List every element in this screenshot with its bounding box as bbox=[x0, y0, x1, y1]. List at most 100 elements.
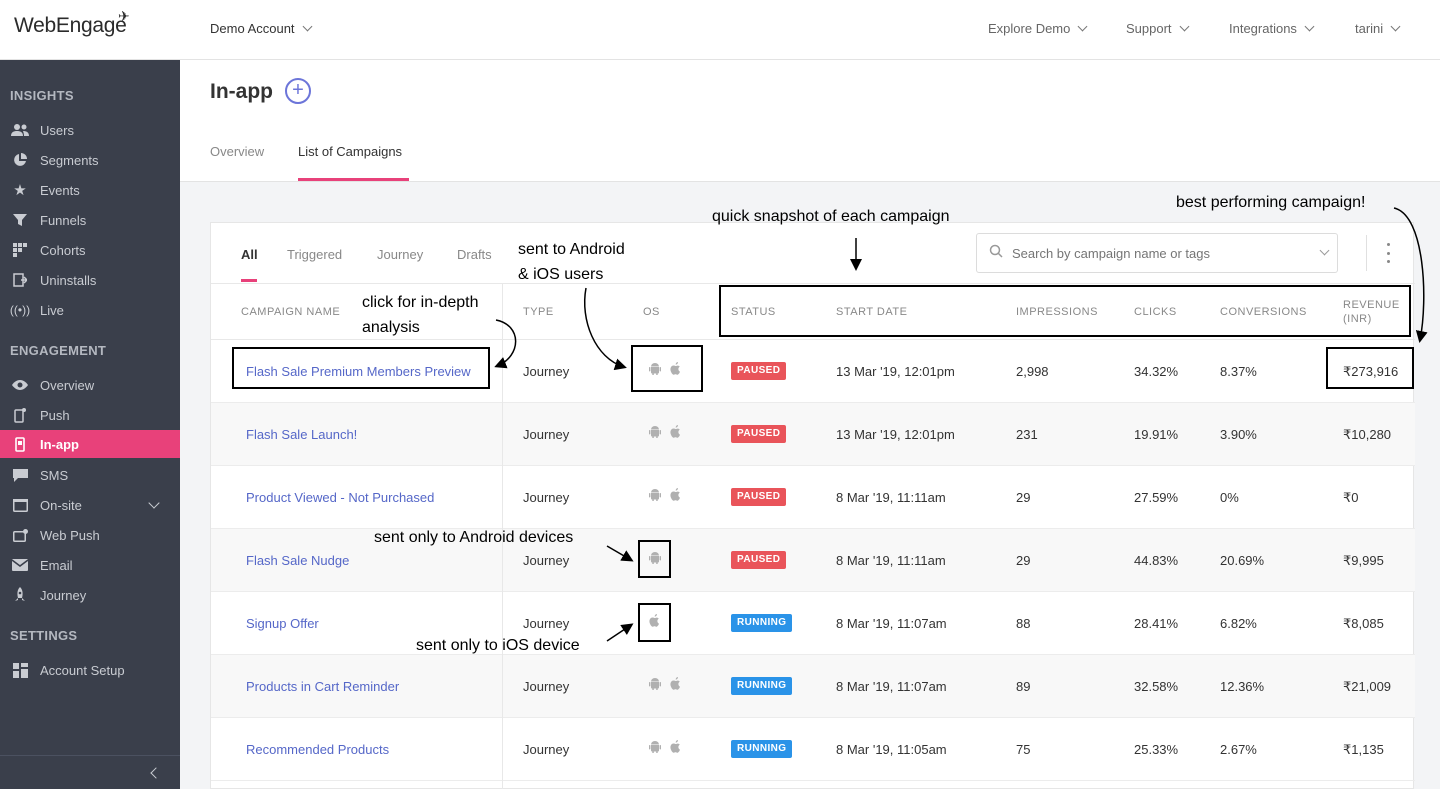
rocket-icon bbox=[11, 587, 29, 603]
more-options-icon[interactable] bbox=[1382, 243, 1394, 263]
sidebar-item-sms[interactable]: SMS bbox=[0, 461, 180, 489]
column-type[interactable]: TYPE bbox=[523, 306, 554, 318]
campaign-type: Journey bbox=[523, 490, 570, 505]
campaign-type: Journey bbox=[523, 616, 570, 631]
clicks-value: 34.32% bbox=[1134, 364, 1179, 379]
sidebar-item-label: Segments bbox=[40, 152, 99, 168]
table-row[interactable]: Recommended Products Journey RUNNING 8 Mar … bbox=[211, 718, 1415, 781]
sidebar-item-on-site[interactable]: On-site bbox=[0, 491, 180, 519]
nav-explore-demo[interactable]: Explore Demo bbox=[988, 21, 1088, 36]
table-row[interactable]: Products in Cart Reminder Journey RUNNING 8… bbox=[211, 655, 1415, 718]
annotation-ios-only: sent only to iOS device bbox=[416, 637, 580, 654]
sidebar-item-users[interactable]: Users bbox=[0, 116, 180, 144]
sidebar-item-push[interactable]: Push bbox=[0, 401, 180, 429]
filter-tab-triggered[interactable]: Triggered bbox=[287, 247, 342, 262]
campaign-name-link[interactable]: Product Viewed - Not Purchased bbox=[246, 490, 434, 505]
pie-chart-icon bbox=[11, 152, 29, 168]
sidebar-item-funnels[interactable]: Funnels bbox=[0, 206, 180, 234]
os-icons bbox=[649, 677, 681, 695]
status-badge: RUNNING bbox=[731, 740, 793, 758]
sidebar-item-cohorts[interactable]: Cohorts bbox=[0, 236, 180, 264]
search-input[interactable] bbox=[976, 233, 1338, 273]
user-menu[interactable]: tarini bbox=[1355, 21, 1401, 36]
android-icon bbox=[649, 677, 661, 695]
start-date: 8 Mar '19, 11:11am bbox=[836, 553, 946, 568]
start-date: 8 Mar '19, 11:07am bbox=[836, 679, 947, 694]
sidebar-collapse-button[interactable] bbox=[0, 755, 180, 789]
sidebar-item-live[interactable]: ((•)) Live bbox=[0, 296, 180, 324]
sidebar-item-events[interactable]: ★ Events bbox=[0, 176, 180, 204]
section-title-engagement: ENGAGEMENT bbox=[10, 343, 107, 358]
filter-tab-journey[interactable]: Journey bbox=[377, 247, 423, 262]
sidebar-item-label: On-site bbox=[40, 497, 82, 513]
divider bbox=[1366, 235, 1367, 271]
start-date: 13 Mar '19, 12:01pm bbox=[836, 364, 955, 379]
annotation-android-only: sent only to Android devices bbox=[374, 529, 574, 546]
impressions-value: 88 bbox=[1016, 616, 1031, 631]
campaign-type: Journey bbox=[523, 427, 570, 442]
apple-icon bbox=[670, 488, 681, 506]
campaign-name-link[interactable]: Flash Sale Nudge bbox=[246, 553, 349, 568]
window-icon bbox=[11, 497, 29, 513]
sidebar-item-account-setup[interactable]: Account Setup bbox=[0, 656, 180, 684]
sidebar-item-journey[interactable]: Journey bbox=[0, 581, 180, 609]
revenue-value: ₹10,280 bbox=[1343, 427, 1392, 442]
campaign-type: Journey bbox=[523, 679, 570, 694]
nav-integrations[interactable]: Integrations bbox=[1229, 21, 1315, 36]
impressions-value: 29 bbox=[1016, 490, 1031, 505]
sidebar-item-label: Account Setup bbox=[40, 662, 125, 678]
clicks-value: 44.83% bbox=[1134, 553, 1179, 568]
annotation-box-os-ios bbox=[638, 603, 671, 642]
table-row[interactable]: Signup Offer Journey RUNNING 8 Mar '19, 11:… bbox=[211, 592, 1415, 655]
settings-grid-icon bbox=[11, 662, 29, 678]
annotation-box-best bbox=[1326, 347, 1414, 389]
filter-tab-drafts[interactable]: Drafts bbox=[457, 247, 492, 262]
table-row[interactable]: Flash Sale Launch! Journey PAUSED 13 Mar '1… bbox=[211, 403, 1415, 466]
column-campaign-name[interactable]: CAMPAIGN NAME bbox=[241, 306, 340, 318]
sidebar-item-label: Cohorts bbox=[40, 242, 86, 258]
expand-chevron-icon[interactable] bbox=[148, 497, 160, 509]
sidebar-item-overview[interactable]: Overview bbox=[0, 371, 180, 399]
sidebar-item-web-push[interactable]: Web Push bbox=[0, 521, 180, 549]
sidebar-item-uninstalls[interactable]: Uninstalls bbox=[0, 266, 180, 294]
tab-list-of-campaigns[interactable]: List of Campaigns bbox=[298, 144, 402, 159]
status-badge: RUNNING bbox=[731, 677, 793, 695]
impressions-value: 2,998 bbox=[1016, 364, 1049, 379]
logo[interactable]: WebEngage ✈ bbox=[14, 8, 130, 38]
sidebar-item-email[interactable]: Email bbox=[0, 551, 180, 579]
sidebar-item-label: Journey bbox=[40, 587, 87, 603]
web-push-icon bbox=[11, 527, 29, 543]
sidebar-item-segments[interactable]: Segments bbox=[0, 146, 180, 174]
chevron-down-icon bbox=[1390, 21, 1401, 32]
conversions-value: 6.82% bbox=[1220, 616, 1257, 631]
add-campaign-button[interactable]: + bbox=[285, 78, 311, 104]
eye-icon bbox=[11, 377, 29, 393]
os-icons bbox=[649, 488, 681, 506]
uninstall-icon bbox=[11, 272, 29, 288]
campaign-name-link[interactable]: Flash Sale Launch! bbox=[246, 427, 357, 442]
start-date: 8 Mar '19, 11:05am bbox=[836, 742, 947, 757]
campaign-type: Journey bbox=[523, 742, 570, 757]
campaign-name-link[interactable]: Recommended Products bbox=[246, 742, 389, 757]
account-switcher[interactable]: Demo Account bbox=[210, 21, 312, 36]
start-date: 8 Mar '19, 11:07am bbox=[836, 616, 947, 631]
campaign-name-link[interactable]: Products in Cart Reminder bbox=[246, 679, 399, 694]
campaign-name-link[interactable]: Signup Offer bbox=[246, 616, 319, 631]
nav-support[interactable]: Support bbox=[1126, 21, 1189, 36]
sidebar-item-label: In-app bbox=[40, 436, 79, 452]
annotation-android-ios-line2: & iOS users bbox=[518, 266, 604, 283]
sidebar-item-in-app[interactable]: In-app bbox=[0, 430, 180, 458]
conversions-value: 8.37% bbox=[1220, 364, 1257, 379]
filter-tab-all[interactable]: All bbox=[241, 247, 258, 262]
section-title-insights: INSIGHTS bbox=[10, 88, 74, 103]
chevron-down-icon bbox=[1179, 21, 1189, 32]
broadcast-icon: ((•)) bbox=[9, 303, 31, 317]
tab-overview[interactable]: Overview bbox=[210, 144, 264, 159]
active-filter-indicator bbox=[241, 279, 257, 282]
start-date: 8 Mar '19, 11:11am bbox=[836, 490, 946, 505]
android-icon bbox=[649, 488, 661, 506]
column-os[interactable]: OS bbox=[643, 306, 660, 318]
os-icons bbox=[649, 740, 681, 758]
table-row[interactable]: Product Viewed - Not Purchased Journey PAU… bbox=[211, 466, 1415, 529]
apple-icon bbox=[670, 677, 681, 695]
